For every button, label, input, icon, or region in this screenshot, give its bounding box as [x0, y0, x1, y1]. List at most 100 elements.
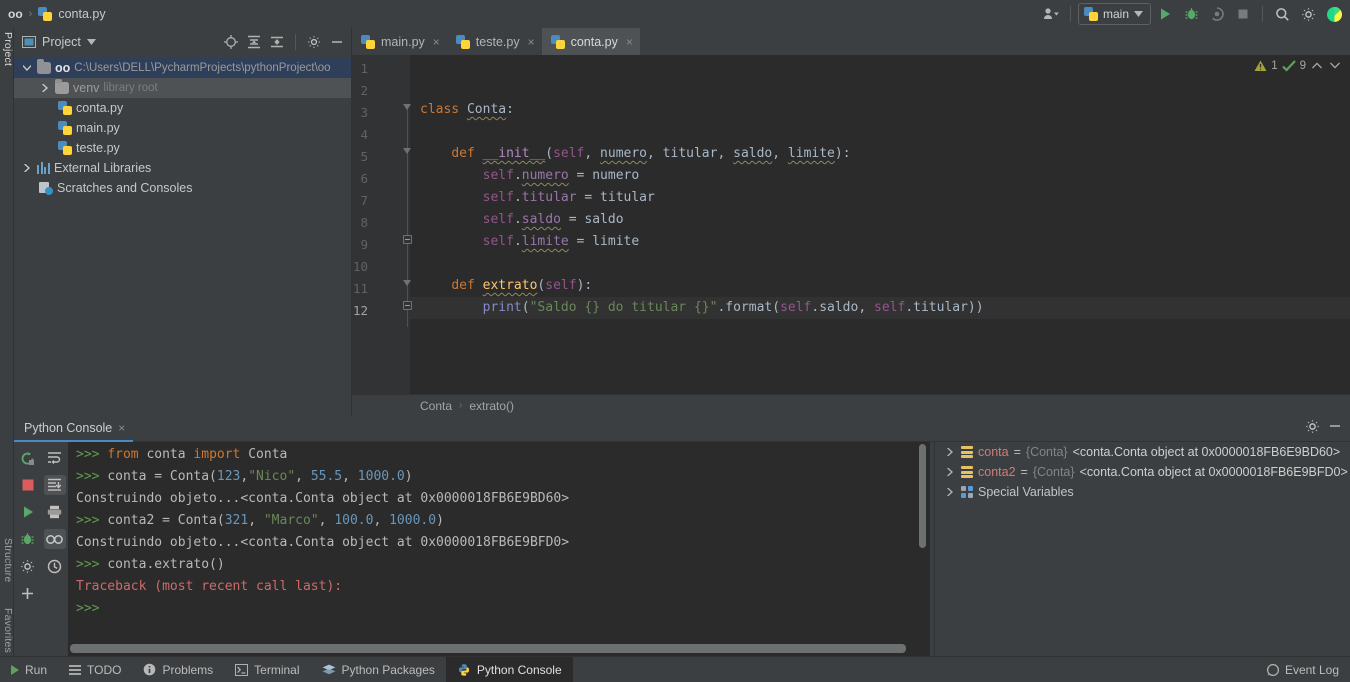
soft-wrap-icon[interactable] — [44, 448, 66, 468]
tree-item-external-libraries[interactable]: External Libraries — [14, 158, 351, 178]
debug-icon[interactable] — [17, 529, 39, 549]
locate-icon[interactable] — [221, 32, 241, 52]
show-variables-icon[interactable] — [43, 529, 66, 549]
minimize-icon[interactable] — [327, 32, 347, 52]
variable-equals: = — [1013, 445, 1021, 459]
chevron-down-icon[interactable] — [86, 39, 96, 45]
code-line[interactable]: self.titular = titular — [420, 187, 655, 209]
code-token: numero — [600, 146, 648, 161]
tree-item-scratches-and-consoles[interactable]: Scratches and Consoles — [14, 178, 351, 198]
tree-item-main-py[interactable]: main.py — [14, 118, 351, 138]
console-text: Conta — [248, 447, 288, 462]
variable-row[interactable]: Special Variables — [935, 482, 1350, 502]
editor-tab-teste-py[interactable]: teste.py × — [447, 28, 542, 55]
print-icon[interactable] — [44, 502, 66, 522]
search-icon[interactable] — [1270, 3, 1294, 25]
chevron-up-icon[interactable] — [1310, 60, 1324, 72]
close-icon[interactable]: × — [433, 35, 440, 49]
debug-icon[interactable] — [1179, 3, 1203, 25]
user-icon[interactable] — [1039, 3, 1063, 25]
tree-item-conta-py[interactable]: conta.py — [14, 98, 351, 118]
chevron-down-icon[interactable] — [20, 62, 33, 75]
line-number: 2 — [360, 83, 368, 98]
status-item-event-log[interactable]: Event Log — [1256, 657, 1350, 682]
add-icon[interactable] — [17, 583, 39, 603]
chevron-right-icon[interactable] — [943, 446, 956, 459]
code-token: self — [482, 212, 514, 227]
rerun-icon[interactable] — [17, 448, 39, 468]
history-icon[interactable] — [44, 556, 66, 576]
variable-row[interactable]: conta = {Conta} <conta.Conta object at 0x00… — [935, 442, 1350, 462]
pycharm-logo-icon[interactable] — [1322, 3, 1346, 25]
settings-icon[interactable] — [17, 556, 39, 576]
chevron-down-icon[interactable] — [1328, 60, 1342, 72]
code-token: . — [513, 190, 522, 205]
tree-item-label: main.py — [76, 121, 120, 135]
code-token: ( — [545, 146, 554, 161]
status-item-problems[interactable]: Problems — [132, 657, 224, 682]
run-icon[interactable] — [1153, 3, 1177, 25]
chevron-right-icon[interactable] — [38, 82, 51, 95]
status-item-todo[interactable]: TODO — [58, 657, 132, 682]
editor-tab-conta-py[interactable]: conta.py × — [541, 28, 640, 55]
stop-icon[interactable] — [17, 475, 39, 495]
project-panel-title-group[interactable]: Project — [22, 35, 96, 49]
console-output[interactable]: >>> from conta import Conta >>> conta = C… — [68, 442, 930, 656]
status-bar-right: Event Log — [1256, 657, 1350, 682]
status-item-python-console[interactable]: Python Console — [445, 656, 573, 682]
code-line[interactable]: class Conta: — [420, 99, 514, 121]
tool-window-favorites[interactable]: Favorites — [0, 608, 14, 653]
close-icon[interactable]: × — [528, 35, 535, 49]
chevron-right-icon[interactable] — [20, 162, 33, 175]
stop-icon[interactable] — [1231, 3, 1255, 25]
coverage-icon[interactable] — [1205, 3, 1229, 25]
warning-triangle-icon — [1254, 60, 1267, 71]
tool-window-project[interactable]: Project — [0, 32, 14, 66]
title-project-name[interactable]: oo — [8, 7, 23, 21]
editor-gutter[interactable]: 1 2 3 4 5 6 7 8 9 10 11 12 — [352, 55, 412, 416]
code-line[interactable]: def __init__(self, numero, titular, sald… — [420, 143, 850, 165]
code-line[interactable]: self.numero = numero — [420, 165, 640, 187]
gear-icon[interactable] — [1305, 419, 1320, 439]
execute-icon[interactable] — [17, 502, 39, 522]
console-horizontal-scrollbar[interactable] — [70, 644, 906, 653]
tree-item-venv[interactable]: venv library root — [14, 78, 351, 98]
run-configuration-selector[interactable]: main — [1077, 3, 1151, 25]
gear-icon[interactable] — [304, 32, 324, 52]
editor-tab-main-py[interactable]: main.py × — [352, 28, 447, 55]
title-file-name[interactable]: conta.py — [58, 7, 105, 21]
title-breadcrumb: oo › conta.py — [0, 7, 106, 21]
code-token: saldo — [733, 146, 773, 161]
code-line[interactable]: print("Saldo {} do titular {}".format(se… — [420, 297, 984, 319]
code-editor[interactable]: 1 2 3 4 5 6 7 8 9 10 11 12 class Conta: def __init_… — [352, 55, 1350, 416]
settings-icon[interactable] — [1296, 3, 1320, 25]
variable-type: {Conta} — [1025, 445, 1068, 459]
chevron-right-icon[interactable] — [943, 486, 956, 499]
expand-all-icon[interactable] — [244, 32, 264, 52]
code-content[interactable]: class Conta: def __init__(self, numero, … — [410, 55, 1350, 416]
breadcrumb-class[interactable]: Conta — [420, 399, 452, 413]
tree-item-teste-py[interactable]: teste.py — [14, 138, 351, 158]
close-icon[interactable]: × — [626, 35, 633, 49]
chevron-right-icon[interactable] — [943, 466, 956, 479]
scroll-to-end-icon[interactable] — [43, 475, 66, 495]
close-icon[interactable]: × — [118, 421, 125, 435]
code-line[interactable]: self.limite = limite — [420, 231, 640, 253]
status-item-terminal[interactable]: Terminal — [224, 657, 310, 682]
tool-window-structure[interactable]: Structure — [0, 538, 14, 582]
tree-item-oo[interactable]: oo C:\Users\DELL\PycharmProjects\pythonP… — [14, 58, 351, 78]
problems-icon — [144, 663, 156, 676]
code-line[interactable]: def extrato(self): — [420, 275, 592, 297]
minimize-icon[interactable] — [1328, 419, 1342, 438]
code-token: saldo — [521, 212, 561, 227]
status-item-run[interactable]: Run — [0, 657, 58, 682]
variable-row[interactable]: conta2 = {Conta} <conta.Conta object at 0x0… — [935, 462, 1350, 482]
breadcrumb-method[interactable]: extrato() — [469, 399, 514, 413]
collapse-all-icon[interactable] — [267, 32, 287, 52]
code-token: ): — [576, 278, 593, 293]
inspection-widget[interactable]: 1 9 — [1254, 60, 1342, 72]
code-line[interactable]: self.saldo = saldo — [420, 209, 624, 231]
console-vertical-scrollbar[interactable] — [919, 444, 926, 548]
console-tab-python-console[interactable]: Python Console × — [14, 416, 134, 442]
status-item-python-packages[interactable]: Python Packages — [311, 657, 446, 682]
